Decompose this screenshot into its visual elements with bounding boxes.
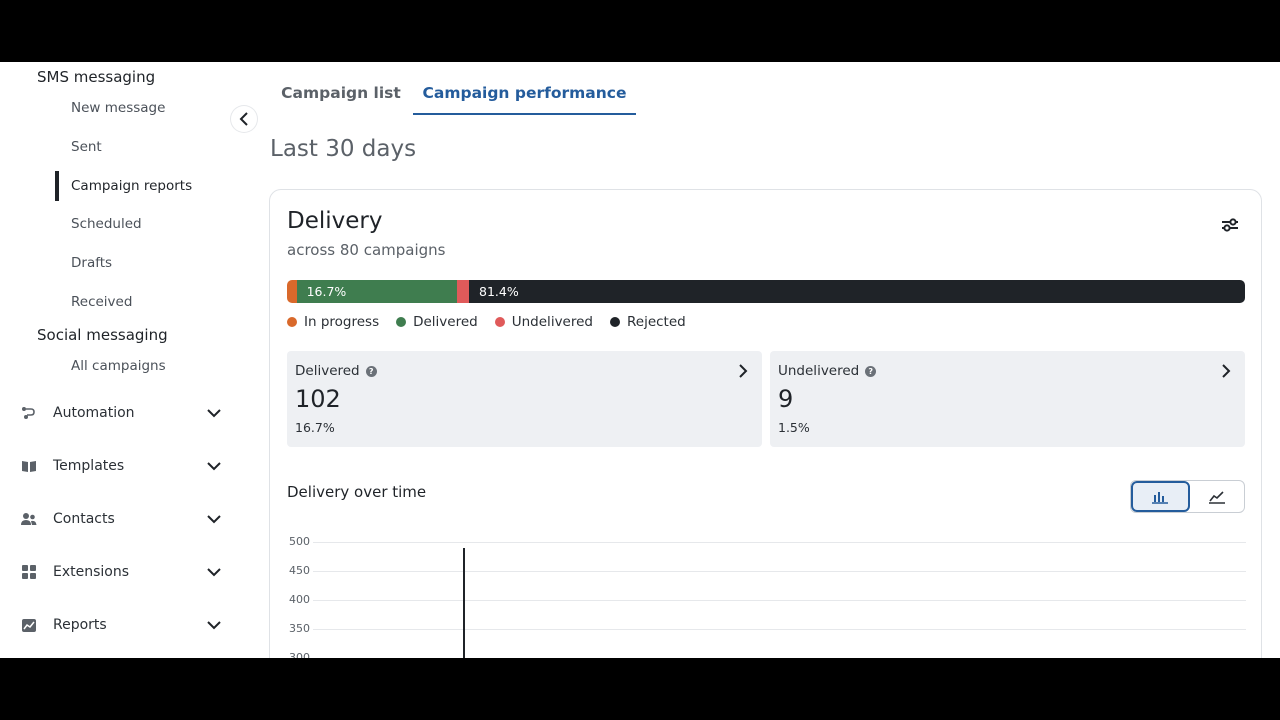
- chevron-down-icon[interactable]: [204, 615, 224, 635]
- chevron-right-icon[interactable]: [1217, 362, 1235, 380]
- contacts-icon: [18, 508, 40, 530]
- legend-dot: [610, 317, 620, 327]
- chevron-left-icon: [239, 112, 248, 126]
- line-chart-toggle-button[interactable]: [1190, 481, 1245, 512]
- undelivered-stat-card[interactable]: Undelivered ? 9 1.5%: [770, 351, 1245, 447]
- filter-button[interactable]: [1217, 212, 1243, 238]
- y-tick-label: 350: [289, 622, 310, 635]
- sidebar-item-campaign-reports[interactable]: Campaign reports: [71, 178, 192, 194]
- chart-bar: [463, 548, 465, 658]
- grid-line: [313, 600, 1246, 601]
- legend-label: In progress: [304, 314, 380, 330]
- sidebar-item-received[interactable]: Received: [71, 294, 132, 310]
- stat-label: Delivered: [295, 363, 360, 379]
- collapse-sidebar-button[interactable]: [231, 106, 257, 132]
- stat-value: 9: [778, 385, 794, 413]
- stat-label-wrap: Undelivered ?: [778, 363, 877, 379]
- grid-line: [313, 542, 1246, 543]
- sidebar-item-label: Contacts: [53, 511, 115, 527]
- automation-icon: [18, 402, 40, 424]
- sidebar-item-sent[interactable]: Sent: [71, 139, 102, 155]
- chart-type-toggle: [1130, 480, 1245, 513]
- bar-segment-label: 81.4%: [479, 284, 519, 299]
- help-icon[interactable]: ?: [365, 365, 377, 377]
- sliders-icon: [1222, 218, 1238, 232]
- sidebar-item-all-campaigns[interactable]: All campaigns: [71, 358, 166, 374]
- y-tick-label: 450: [289, 564, 310, 577]
- extensions-icon: [18, 561, 40, 583]
- sidebar-item-scheduled[interactable]: Scheduled: [71, 216, 142, 232]
- legend-dot: [287, 317, 297, 327]
- stat-label: Undelivered: [778, 363, 860, 379]
- chevron-down-icon[interactable]: [204, 509, 224, 529]
- bar-segment-rejected: 81.4%: [469, 280, 1245, 303]
- chevron-down-icon[interactable]: [204, 562, 224, 582]
- grid-line: [313, 571, 1246, 572]
- delivery-progress-bar: 16.7% 81.4%: [287, 280, 1245, 303]
- bar-segment-delivered: 16.7%: [296, 280, 457, 303]
- social-messaging-heading: Social messaging: [37, 326, 168, 344]
- y-tick-label: 400: [289, 593, 310, 606]
- sidebar-item-templates[interactable]: Templates: [18, 452, 224, 480]
- sidebar-item-drafts[interactable]: Drafts: [71, 255, 112, 271]
- legend-item: Delivered: [396, 314, 478, 330]
- legend-dot: [494, 317, 505, 327]
- sms-messaging-heading: SMS messaging: [37, 68, 156, 86]
- stat-label-wrap: Delivered ?: [295, 363, 377, 379]
- bar-chart-toggle-button[interactable]: [1131, 481, 1190, 512]
- delivery-over-time-chart: 500 450 400 350 300: [270, 530, 1263, 658]
- bar-chart-icon: [1152, 491, 1169, 504]
- y-tick-label: 300: [289, 651, 310, 658]
- grid-line: [313, 629, 1246, 630]
- sidebar-item-label: Extensions: [53, 564, 130, 580]
- legend-label: Delivered: [413, 314, 478, 330]
- sidebar-item-automation[interactable]: Automation: [18, 399, 224, 427]
- delivery-over-time-title: Delivery over time: [287, 483, 427, 501]
- app-frame: SMS messaging New message Sent Campaign …: [0, 62, 1280, 658]
- sidebar-item-label: Templates: [53, 458, 125, 474]
- active-indicator: [55, 171, 59, 201]
- y-tick-label: 500: [289, 535, 310, 548]
- legend-dot: [396, 317, 407, 327]
- sidebar-item-label: Reports: [53, 617, 107, 633]
- card-subtitle: across 80 campaigns: [287, 241, 446, 259]
- sidebar: SMS messaging New message Sent Campaign …: [0, 62, 240, 658]
- delivery-card: Delivery across 80 campaigns 16.7% 81.4% …: [269, 189, 1262, 658]
- stat-percent: 16.7%: [295, 420, 335, 435]
- sidebar-item-label: Automation: [53, 405, 135, 421]
- templates-icon: [18, 455, 40, 477]
- sidebar-item-reports[interactable]: Reports: [18, 611, 224, 639]
- sidebar-item-new-message[interactable]: New message: [71, 100, 165, 116]
- period-title: Last 30 days: [270, 136, 417, 162]
- stat-value: 102: [295, 385, 341, 413]
- card-title: Delivery: [287, 208, 383, 234]
- legend-item: Rejected: [610, 314, 686, 330]
- help-icon[interactable]: ?: [865, 365, 877, 377]
- chevron-down-icon[interactable]: [204, 456, 224, 476]
- sidebar-item-contacts[interactable]: Contacts: [18, 505, 224, 533]
- reports-icon: [18, 614, 40, 636]
- legend-item: In progress: [287, 314, 379, 330]
- chevron-right-icon[interactable]: [734, 362, 752, 380]
- legend-label: Undelivered: [511, 314, 593, 330]
- line-chart-icon: [1208, 490, 1225, 504]
- sidebar-item-extensions[interactable]: Extensions: [18, 558, 224, 586]
- delivery-legend: In progress Delivered Undelivered Rejected: [287, 314, 703, 330]
- tab-campaign-performance[interactable]: Campaign performance: [413, 76, 636, 115]
- chevron-down-icon[interactable]: [204, 403, 224, 423]
- bar-segment-in-progress: [287, 280, 297, 303]
- delivered-stat-card[interactable]: Delivered ? 102 16.7%: [287, 351, 762, 447]
- bar-segment-undelivered: [456, 280, 470, 303]
- tab-campaign-list[interactable]: Campaign list: [270, 76, 412, 115]
- legend-item: Undelivered: [494, 314, 593, 330]
- legend-label: Rejected: [627, 314, 686, 330]
- stat-percent: 1.5%: [778, 420, 810, 435]
- bar-segment-label: 16.7%: [306, 284, 347, 299]
